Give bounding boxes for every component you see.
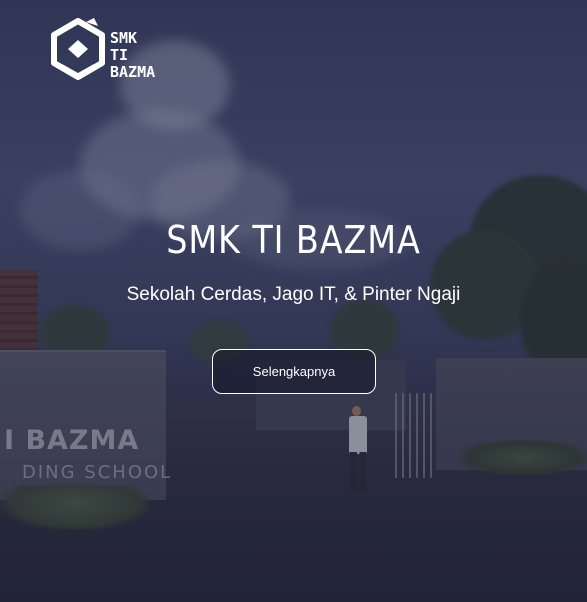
hero-section: I BAZMA DING SCHOOL SMK TI BAZMA SMK TI …	[0, 0, 587, 602]
hero-subtitle: Sekolah Cerdas, Jago IT, & Pinter Ngaji	[126, 284, 461, 305]
hero-title: SMK TI BAZMA	[166, 218, 421, 262]
brand-name-line1: SMK TI	[110, 29, 138, 64]
brand-logo[interactable]: SMK TI BAZMA	[50, 18, 162, 81]
school-logo-icon	[51, 18, 105, 80]
learn-more-button[interactable]: Selengkapnya	[212, 349, 376, 394]
brand-name: SMK TI BAZMA	[110, 30, 162, 81]
brand-name-line2: BAZMA	[110, 63, 156, 81]
